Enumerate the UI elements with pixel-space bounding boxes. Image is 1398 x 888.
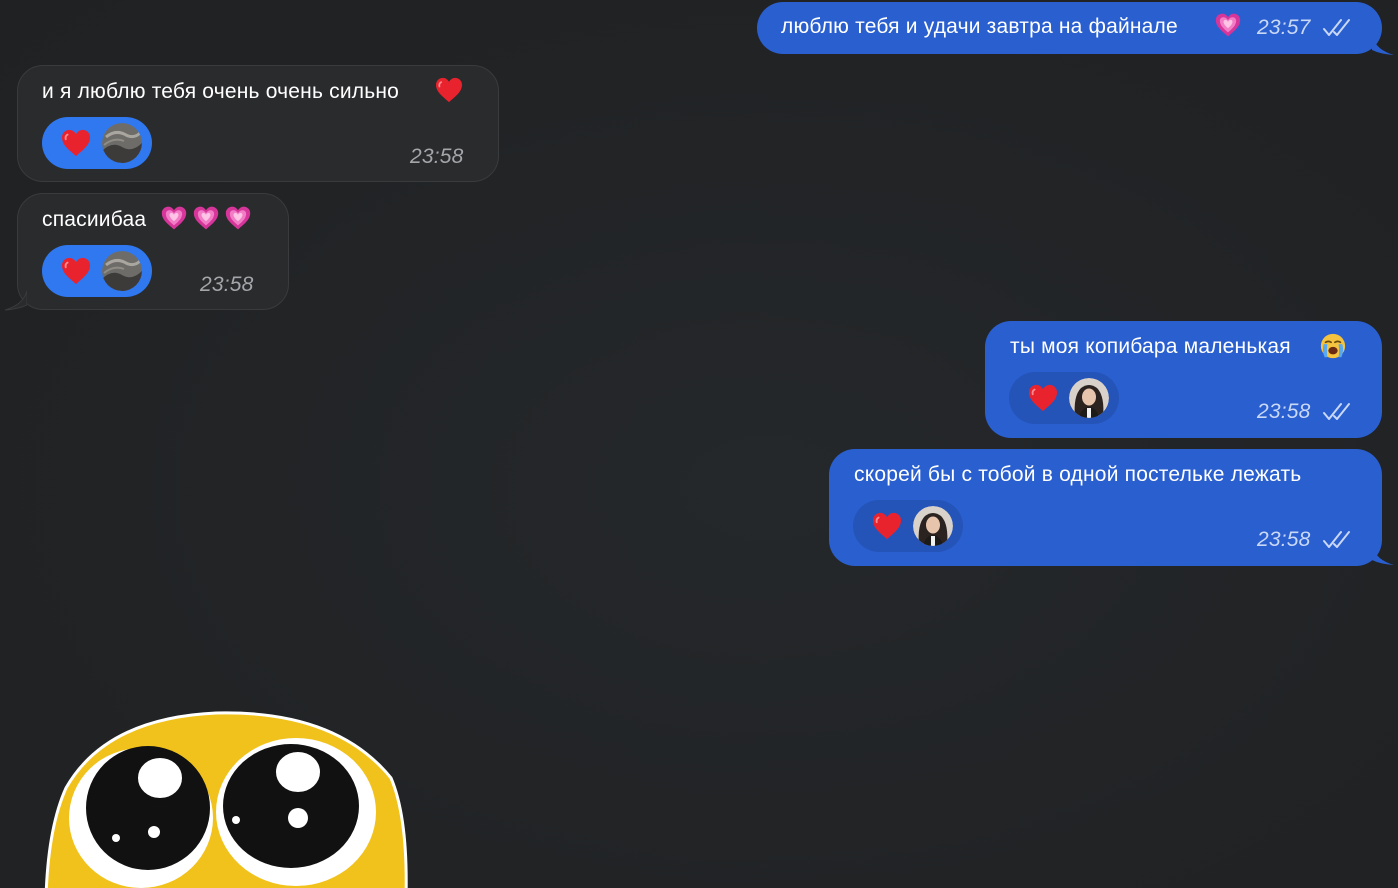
message-text: скорей бы с тобой в одной постельке лежа… <box>854 463 1302 486</box>
avatar <box>1069 378 1109 418</box>
red-heart-icon <box>872 512 902 540</box>
message-text: ты моя копибара маленькая <box>1010 335 1291 358</box>
pleading-eyes-sticker[interactable] <box>36 708 412 888</box>
pink-heart-icon <box>193 205 219 231</box>
bubble-tail <box>5 291 27 311</box>
message-text: и я люблю тебя очень очень сильно <box>42 80 400 103</box>
reaction-chip[interactable] <box>853 500 963 552</box>
double-check-icon <box>1323 530 1355 550</box>
crying-face-icon <box>1319 332 1347 360</box>
chat-area: люблю тебя и удачи завтра на файнале 23:… <box>0 0 1398 888</box>
bubble-tail <box>1372 546 1394 565</box>
message-time: 23:58 <box>200 273 254 296</box>
pink-heart-icon <box>225 205 251 231</box>
double-check-icon <box>1323 18 1355 38</box>
pink-heart-icon <box>161 205 187 231</box>
message-time: 23:58 <box>1257 528 1311 551</box>
avatar <box>102 251 142 291</box>
double-check-icon <box>1323 402 1355 422</box>
message-time: 23:58 <box>410 145 464 168</box>
avatar <box>102 123 142 163</box>
message-outgoing-3[interactable]: скорей бы с тобой в одной постельке лежа… <box>829 449 1382 566</box>
message-text: люблю тебя и удачи завтра на файнале <box>781 15 1178 38</box>
avatar <box>913 506 953 546</box>
message-incoming-2[interactable]: спасиибаа 23:58 <box>17 193 289 310</box>
message-time: 23:57 <box>1257 16 1311 39</box>
pink-heart-icon <box>1215 12 1241 38</box>
reaction-chip[interactable] <box>42 245 152 297</box>
bubble-tail <box>1372 36 1394 55</box>
message-text: спасиибаа <box>42 208 147 231</box>
red-heart-icon <box>61 129 91 157</box>
red-heart-icon <box>1028 384 1058 412</box>
message-time: 23:58 <box>1257 400 1311 423</box>
red-heart-icon <box>435 77 463 103</box>
reaction-chip[interactable] <box>1009 372 1119 424</box>
message-incoming-1[interactable]: и я люблю тебя очень очень сильно 23:58 <box>17 65 499 182</box>
message-outgoing-2[interactable]: ты моя копибара маленькая 23:58 <box>985 321 1382 438</box>
red-heart-icon <box>61 257 91 285</box>
message-outgoing-1[interactable]: люблю тебя и удачи завтра на файнале 23:… <box>757 2 1382 54</box>
reaction-chip[interactable] <box>42 117 152 169</box>
